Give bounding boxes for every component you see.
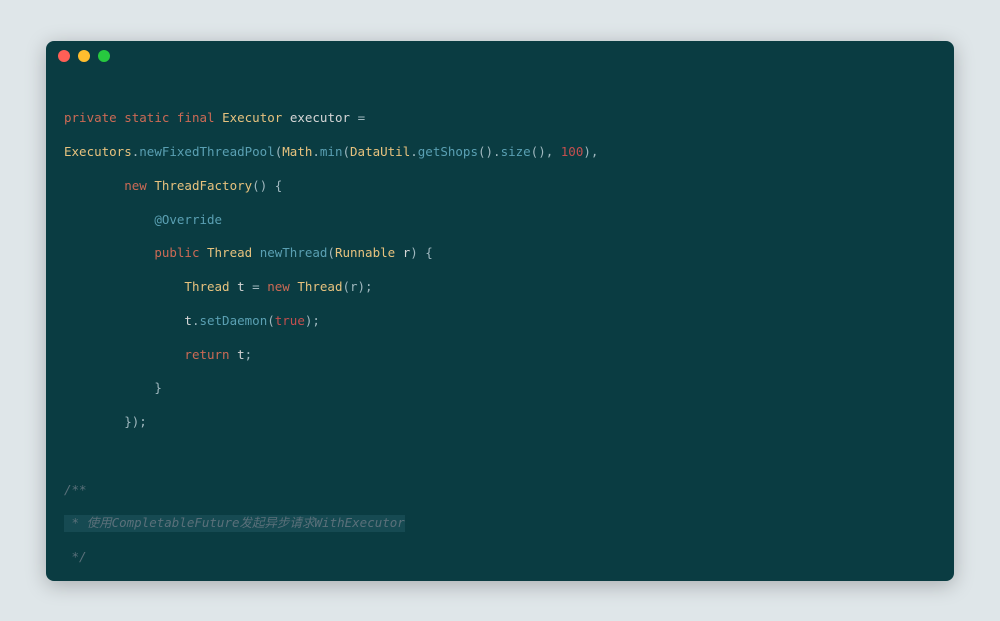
close-icon[interactable]: [58, 50, 70, 62]
code-line: * 使用CompletableFuture发起异步请求WithExecutor: [64, 515, 936, 532]
minimize-icon[interactable]: [78, 50, 90, 62]
code-line: @Override: [64, 212, 936, 229]
code-line: });: [64, 414, 936, 431]
code-line: */: [64, 549, 936, 566]
window-titlebar: [46, 41, 954, 71]
code-line: }: [64, 380, 936, 397]
code-line: return t;: [64, 347, 936, 364]
code-line: public Thread newThread(Runnable r) {: [64, 245, 936, 262]
code-editor[interactable]: private static final Executor executor =…: [46, 71, 954, 581]
code-line: private static final Executor executor =: [64, 110, 936, 127]
code-line: Thread t = new Thread(r);: [64, 279, 936, 296]
maximize-icon[interactable]: [98, 50, 110, 62]
code-line: new ThreadFactory() {: [64, 178, 936, 195]
code-line: /**: [64, 482, 936, 499]
code-window: private static final Executor executor =…: [46, 41, 954, 581]
code-line: Executors.newFixedThreadPool(Math.min(Da…: [64, 144, 936, 161]
code-line: [64, 448, 936, 465]
code-line: t.setDaemon(true);: [64, 313, 936, 330]
